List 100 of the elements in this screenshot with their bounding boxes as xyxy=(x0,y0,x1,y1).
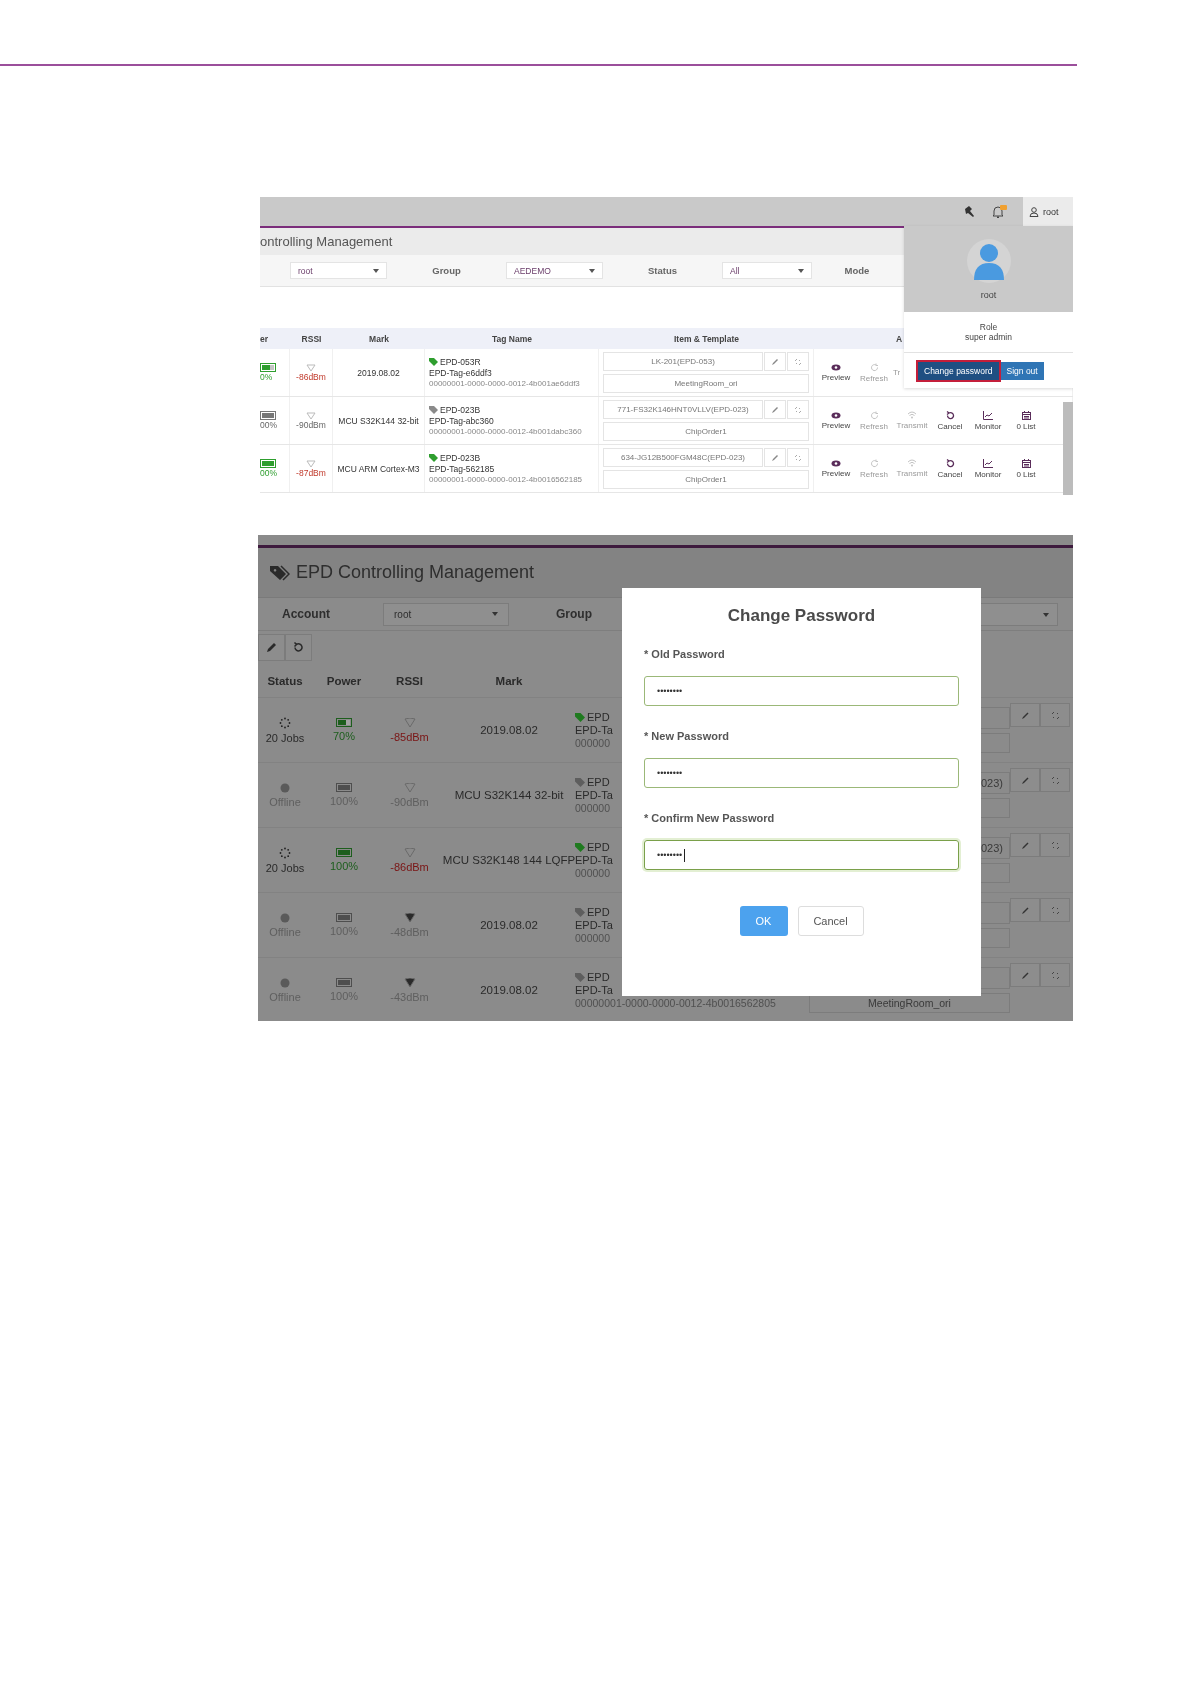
pencil-icon xyxy=(1020,840,1030,850)
dropdown[interactable]: root xyxy=(290,262,387,279)
field-label: * New Password xyxy=(644,730,730,742)
action-button[interactable]: 0 List xyxy=(1007,410,1045,431)
filter-label: Mode xyxy=(843,265,871,276)
caret-icon xyxy=(373,268,379,273)
wifi-icon xyxy=(907,411,917,419)
status-text: 20 Jobs xyxy=(265,861,305,874)
action-button[interactable]: Cancel xyxy=(931,458,969,479)
template-field[interactable]: ChipOrder1 xyxy=(603,470,809,489)
pencil-icon xyxy=(1020,710,1030,720)
tag-code: EPD xyxy=(587,711,610,723)
battery-percent: 0% xyxy=(260,372,273,382)
broken-link-icon xyxy=(794,357,802,366)
password-field[interactable]: •••••••• xyxy=(644,676,959,706)
refresh-icon xyxy=(869,410,879,420)
tag-code: EPD xyxy=(587,906,610,918)
column-header: Tag Name xyxy=(491,333,533,344)
column-header: Power xyxy=(325,674,363,687)
tag-name: EPD-Ta xyxy=(575,854,613,866)
tag-code: EPD-053R xyxy=(440,357,481,367)
dropdown[interactable]: root xyxy=(383,602,509,626)
password-field[interactable]: •••••••• xyxy=(644,758,959,788)
action-button[interactable]: Monitor xyxy=(969,458,1007,479)
pencil-icon xyxy=(1020,775,1030,785)
template-field[interactable]: MeetingRoom_ori xyxy=(603,374,809,393)
tag-icon xyxy=(270,564,290,581)
unlink-button[interactable] xyxy=(1040,963,1070,987)
refresh-button[interactable] xyxy=(285,634,312,661)
role-value: super admin xyxy=(965,332,1012,342)
filter-label: Group xyxy=(431,265,462,276)
undo-icon xyxy=(945,458,955,468)
page-title: EPD Controlling Management xyxy=(296,562,535,583)
cancel-button[interactable]: Cancel xyxy=(797,906,864,936)
hammer-icon[interactable] xyxy=(963,205,975,218)
broken-link-icon xyxy=(1050,840,1060,850)
tag-code: EPD xyxy=(587,841,610,853)
caret-icon xyxy=(1043,612,1049,617)
unlink-button[interactable] xyxy=(1040,768,1070,792)
eye-icon xyxy=(831,363,841,371)
tag-id: 00000001-0000-0000-0012-4b0016562185 xyxy=(429,475,583,484)
tag-name: EPD-Ta xyxy=(575,724,613,736)
dropdown[interactable]: AEDEMO xyxy=(506,262,603,279)
page-title: ontrolling Management xyxy=(260,234,393,249)
edit-button[interactable] xyxy=(258,634,285,661)
user-menu-button[interactable]: root xyxy=(1023,197,1073,226)
caret-icon xyxy=(798,268,804,273)
column-header: RSSI xyxy=(395,674,424,687)
tag-name: EPD-Ta xyxy=(575,789,613,801)
signal-icon xyxy=(306,411,316,420)
tag-code: EPD-023B xyxy=(440,405,481,415)
unlink-button[interactable] xyxy=(1040,833,1070,857)
status-text: 20 Jobs xyxy=(265,731,305,744)
column-header: Mark xyxy=(368,333,390,344)
broken-link-icon xyxy=(1050,710,1060,720)
password-field[interactable]: •••••••• xyxy=(644,840,959,870)
battery-percent: 70% xyxy=(333,730,355,742)
broken-link-icon xyxy=(1050,905,1060,915)
tag-name: EPD-Tag-562185 xyxy=(429,464,495,474)
scrollbar[interactable] xyxy=(1063,402,1073,495)
unlink-button[interactable] xyxy=(1040,898,1070,922)
unlink-button[interactable] xyxy=(1040,703,1070,727)
mark-text: MCU S32K144 32-bit xyxy=(338,415,419,426)
item-field[interactable]: 634-JG12B500FGM48C(EPD-023) xyxy=(603,448,763,467)
spinner-icon xyxy=(279,846,291,859)
mark-text: MCU S32K144 32-bit xyxy=(454,789,564,801)
template-field[interactable]: ChipOrder1 xyxy=(603,422,809,441)
tag-id: 00000001-0000-0000-0012-4b0016562805 xyxy=(575,997,776,1009)
caret-icon xyxy=(492,612,498,616)
dropdown[interactable] xyxy=(981,603,1058,626)
tag-name: EPD-Ta xyxy=(575,984,613,996)
battery-percent: 00% xyxy=(260,420,277,430)
column-header: er xyxy=(260,333,270,344)
rssi-value: -86dBm xyxy=(390,860,429,873)
eye-icon xyxy=(831,459,841,467)
offline-dot-icon xyxy=(280,912,290,923)
tag-id: 000000 xyxy=(575,932,611,944)
item-field[interactable]: LK-201(EPD-053) xyxy=(603,352,763,371)
tag-name: EPD-Ta xyxy=(575,919,613,931)
tag-code: EPD xyxy=(587,971,610,983)
signal-icon xyxy=(306,363,316,372)
dialog-title: Change Password xyxy=(727,606,876,626)
pencil-icon xyxy=(1020,970,1030,980)
refresh-icon xyxy=(869,362,879,372)
sign-out-button[interactable]: Sign out xyxy=(1000,361,1044,380)
broken-link-icon xyxy=(1050,970,1060,980)
action-button[interactable]: Preview xyxy=(817,459,855,478)
action-button[interactable]: 0 List xyxy=(1007,458,1045,479)
change-password-button[interactable]: Change password xyxy=(918,361,999,380)
wifi-icon xyxy=(907,459,917,467)
field-label: * Confirm New Password xyxy=(644,812,776,824)
action-button[interactable]: Cancel xyxy=(931,410,969,431)
item-field[interactable]: 771-FS32K146HNT0VLLV(EPD-023) xyxy=(603,400,763,419)
action-button[interactable]: Preview xyxy=(817,363,855,382)
calendar-icon xyxy=(1021,410,1031,420)
action-button[interactable]: Monitor xyxy=(969,410,1007,431)
action-button[interactable]: Preview xyxy=(817,411,855,430)
mark-text: 2019.08.02 xyxy=(480,724,538,736)
bell-icon[interactable] xyxy=(991,204,1007,219)
dropdown[interactable]: All xyxy=(722,262,812,279)
